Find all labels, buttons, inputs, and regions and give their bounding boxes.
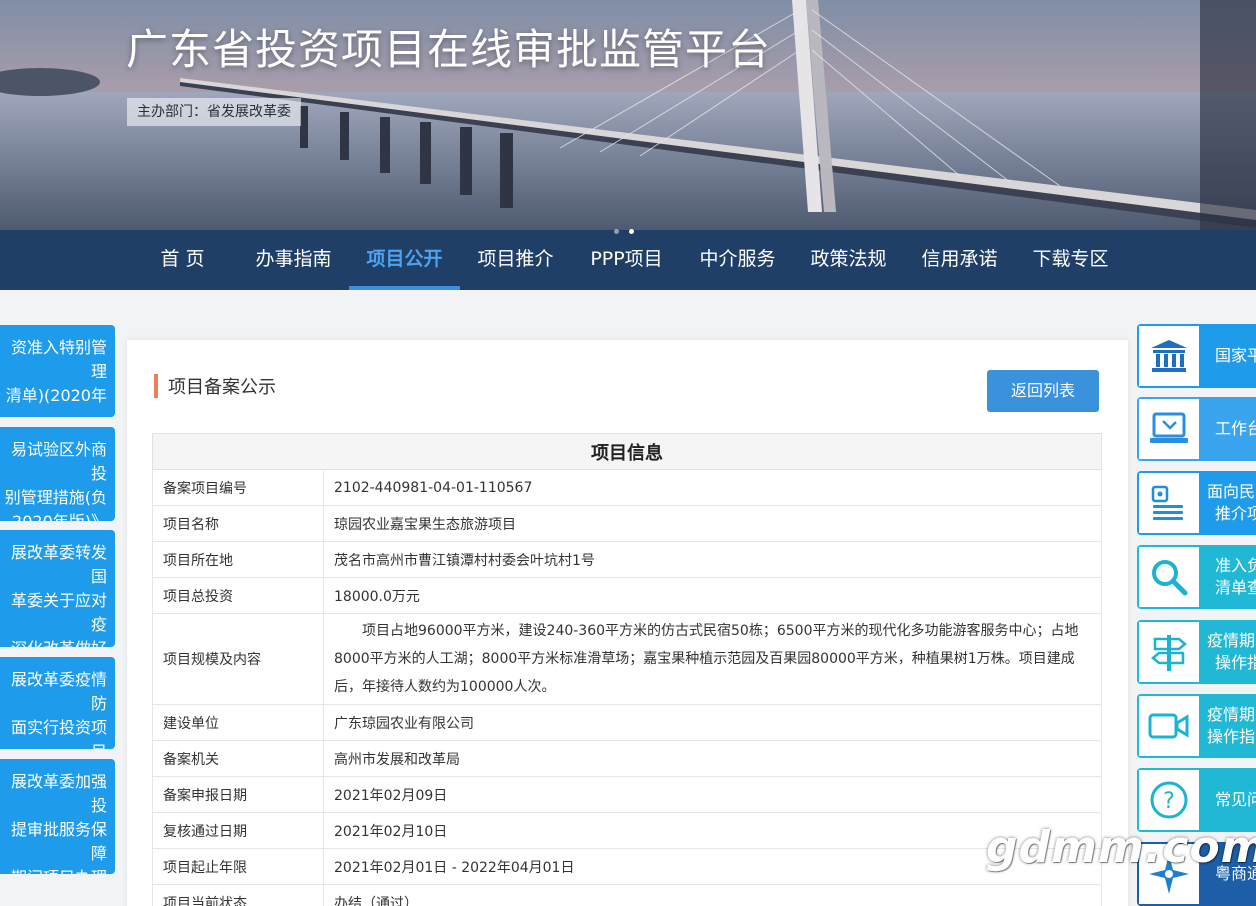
header-banner: 广东省投资项目在线审批监管平台 主办部门：省发展改革委 bbox=[0, 0, 1256, 230]
nav-item[interactable]: PPP项目 bbox=[571, 230, 682, 290]
field-value: 2021年02月10日 bbox=[323, 812, 1102, 849]
left-news-item[interactable]: 展改革委转发国 革委关于应对疫 深化改革做好外 关工作的通知 bbox=[0, 530, 115, 647]
nav-item[interactable]: 首 页 bbox=[127, 230, 238, 290]
watermark: gdmm.com bbox=[986, 822, 1256, 873]
site-title: 广东省投资项目在线审批监管平台 bbox=[126, 25, 772, 74]
field-value: 2021年02月01日 - 2022年04月01日 bbox=[323, 848, 1102, 885]
table-row: 项目所在地 茂名市高州市曹江镇潭村村委会叶坑村1号 bbox=[152, 541, 1102, 578]
field-label: 项目名称 bbox=[152, 505, 324, 542]
panel-heading: 项目备案公示 bbox=[154, 373, 276, 399]
field-value: 琼园农业嘉宝果生态旅游项目 bbox=[323, 505, 1102, 542]
sponsor-label: 主办部门：省发展改革委 bbox=[127, 98, 301, 126]
field-value: 广东琼园农业有限公司 bbox=[323, 704, 1102, 741]
table-row: 项目总投资 18000.0万元 bbox=[152, 577, 1102, 614]
table-row: 备案项目编号 2102-440981-04-01-110567 bbox=[152, 469, 1102, 506]
main-nav: 首 页办事指南 项目公开 项目推介 PPP项目 中介服务 政策法规 信用承诺 下载专区 bbox=[0, 230, 1256, 290]
quick-link-label: 疫情期间 操作指引 bbox=[1206, 705, 1256, 746]
field-value: 茂名市高州市曹江镇潭村村委会叶坑村1号 bbox=[323, 541, 1102, 578]
field-label: 项目规模及内容 bbox=[152, 613, 324, 705]
quick-link-label: 工作台 bbox=[1214, 419, 1256, 438]
quick-link-label: 面向民间 推介项 bbox=[1206, 482, 1256, 523]
carousel-dot-active[interactable] bbox=[629, 229, 634, 234]
left-news-item[interactable]: 资准入特别管理 清单)(2020年 bbox=[0, 325, 115, 417]
table-row: 备案申报日期 2021年02月09日 bbox=[152, 776, 1102, 813]
table-row: 项目规模及内容 项目占地96000平方米，建设240-360平方米的仿古式民宿50… bbox=[152, 613, 1102, 705]
nav-item[interactable]: 办事指南 bbox=[238, 230, 349, 290]
project-info-table: 项目信息 备案项目编号 2102-440981-04-01-110567 项目名称琼… bbox=[152, 433, 1102, 906]
carousel-dot[interactable] bbox=[614, 229, 619, 234]
field-value: 办结（通过） bbox=[323, 884, 1102, 906]
field-value-text: 项目占地96000平方米，建设240-360平方米的仿古式民宿50栋；6500平… bbox=[334, 623, 1079, 695]
magnifier-search-icon bbox=[1139, 547, 1199, 607]
field-label: 备案机关 bbox=[152, 740, 324, 777]
quick-link-item[interactable]: 国家平 bbox=[1137, 324, 1256, 388]
back-to-list-button[interactable]: 返回列表 bbox=[987, 370, 1099, 412]
carousel-dots bbox=[614, 229, 634, 234]
quick-link-item[interactable]: 疫情期间 操作指 bbox=[1137, 620, 1256, 684]
computer-workstation-icon bbox=[1139, 399, 1199, 459]
question-mark-icon: ? bbox=[1139, 770, 1199, 830]
left-news-item[interactable]: 展改革委加强投 提审批服务保障 期间项目办理不 bbox=[0, 759, 115, 874]
field-label: 建设单位 bbox=[152, 704, 324, 741]
government-building-icon bbox=[1139, 326, 1199, 386]
quick-link-item[interactable]: 准入负 清单查 bbox=[1137, 545, 1256, 609]
table-row: 项目名称 琼园农业嘉宝果生态旅游项目 bbox=[152, 505, 1102, 542]
field-label: 项目所在地 bbox=[152, 541, 324, 578]
nav-item[interactable]: 信用承诺 bbox=[904, 230, 1015, 290]
table-row: 复核通过日期 2021年02月10日 bbox=[152, 812, 1102, 849]
heading-accent-bar bbox=[154, 374, 158, 398]
quick-link-item[interactable]: 疫情期间 操作指引 bbox=[1137, 694, 1256, 758]
table-row: 备案机关 高州市发展和改革局 bbox=[152, 740, 1102, 777]
field-value: 项目占地96000平方米，建设240-360平方米的仿古式民宿50栋；6500平… bbox=[323, 613, 1102, 705]
panel-title: 项目备案公示 bbox=[168, 377, 276, 398]
field-value: 18000.0万元 bbox=[323, 577, 1102, 614]
quick-link-item[interactable]: 面向民间 推介项 bbox=[1137, 471, 1256, 535]
left-news-item[interactable]: 展改革委疫情防 面实行投资项目 见面”在线办理 bbox=[0, 657, 115, 749]
nav-item[interactable]: 项目推介 bbox=[460, 230, 571, 290]
video-camera-icon bbox=[1139, 696, 1199, 756]
quick-link-item[interactable]: 工作台 bbox=[1137, 397, 1256, 461]
nav-item[interactable]: 项目公开 bbox=[349, 230, 460, 290]
field-label: 复核通过日期 bbox=[152, 812, 324, 849]
nav-item[interactable]: 政策法规 bbox=[793, 230, 904, 290]
nav-item[interactable]: 下载专区 bbox=[1015, 230, 1126, 290]
table-row: 项目起止年限 2021年02月01日 - 2022年04月01日 bbox=[152, 848, 1102, 885]
field-label: 备案申报日期 bbox=[152, 776, 324, 813]
field-label: 项目起止年限 bbox=[152, 848, 324, 885]
field-label: 项目当前状态 bbox=[152, 884, 324, 906]
quick-link-label: 准入负 清单查 bbox=[1214, 556, 1256, 597]
table-title: 项目信息 bbox=[152, 433, 1102, 470]
table-row: 项目当前状态 办结（通过） bbox=[152, 884, 1102, 906]
quick-link-label: 国家平 bbox=[1214, 346, 1256, 365]
left-news-item[interactable]: 易试验区外商投 别管理措施(负 2020年版)》 bbox=[0, 427, 115, 521]
document-list-icon bbox=[1139, 473, 1199, 533]
project-panel: 项目备案公示 返回列表 项目信息 备案项目编号 2102-440981-04-01… bbox=[127, 340, 1128, 906]
signpost-icon bbox=[1139, 622, 1199, 682]
table-row: 建设单位 广东琼园农业有限公司 bbox=[152, 704, 1102, 741]
svg-text:?: ? bbox=[1163, 789, 1175, 814]
field-label: 项目总投资 bbox=[152, 577, 324, 614]
field-value: 高州市发展和改革局 bbox=[323, 740, 1102, 777]
field-label: 备案项目编号 bbox=[152, 469, 324, 506]
quick-link-label: 疫情期间 操作指 bbox=[1206, 631, 1256, 672]
field-value: 2021年02月09日 bbox=[323, 776, 1102, 813]
nav-item[interactable]: 中介服务 bbox=[682, 230, 793, 290]
field-value: 2102-440981-04-01-110567 bbox=[323, 469, 1102, 506]
